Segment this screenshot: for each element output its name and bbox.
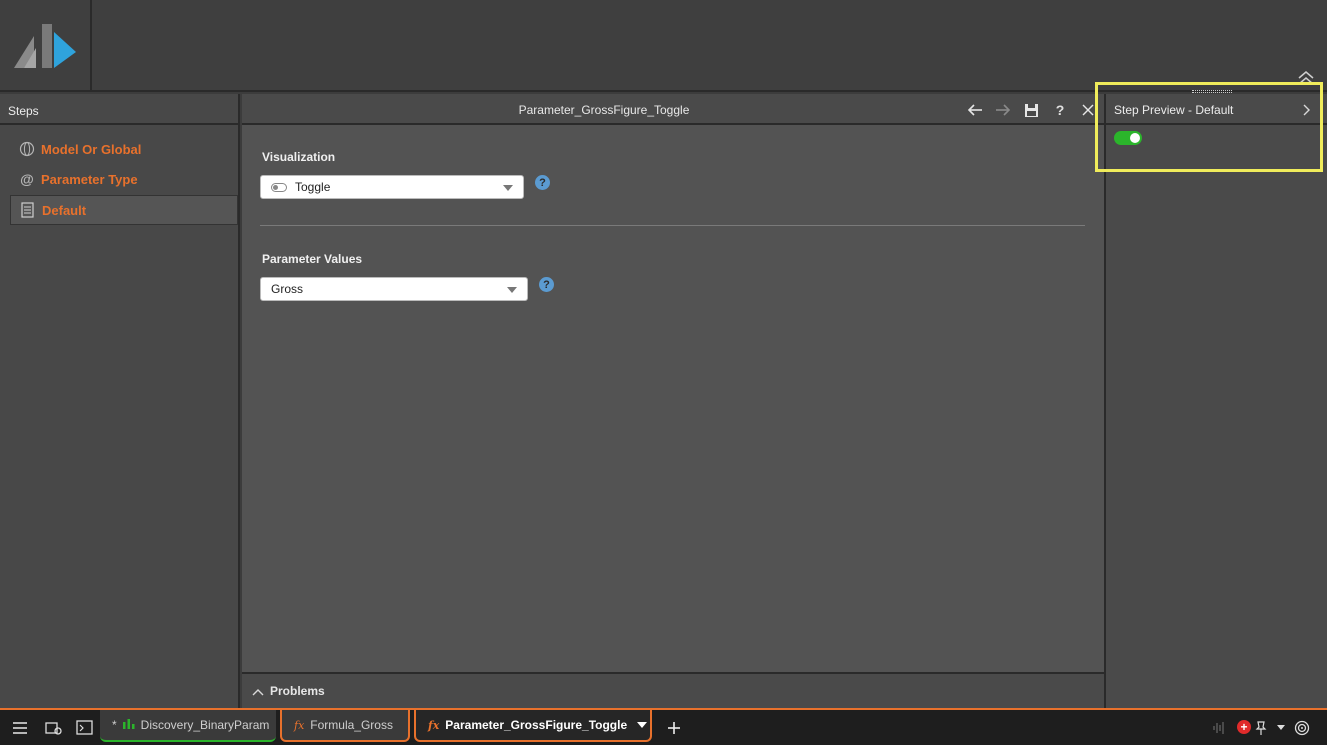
logo-area <box>0 0 92 92</box>
chevron-down-icon <box>507 287 517 293</box>
bottom-taskbar: * Discovery_BinaryParam fx Formula_Gross… <box>0 708 1327 745</box>
preview-highlight-box <box>1095 82 1323 172</box>
visualization-help-icon[interactable]: ? <box>535 175 550 190</box>
main-panel: Parameter_GrossFigure_Toggle ? Visualiza… <box>242 94 1104 708</box>
step-label: Default <box>42 202 87 218</box>
step-default[interactable]: Default <box>10 195 238 225</box>
help-icon[interactable]: ? <box>1049 99 1071 121</box>
tab-label: Formula_Gross <box>310 718 393 732</box>
formula-icon: fx <box>294 718 305 732</box>
pin-icon[interactable] <box>1250 718 1272 738</box>
globe-icon <box>19 141 35 157</box>
notification-add-icon[interactable]: + <box>1237 720 1251 734</box>
step-label: Parameter Type <box>41 171 138 187</box>
document-icon <box>20 202 36 218</box>
unsaved-marker: * <box>112 718 117 732</box>
formula-icon: fx <box>428 718 440 732</box>
parameter-values-value: Gross <box>271 282 304 296</box>
visualization-value: Toggle <box>295 180 331 194</box>
save-icon[interactable] <box>1020 99 1042 121</box>
folder-search-icon[interactable] <box>43 718 65 738</box>
visualization-dropdown[interactable]: Toggle <box>260 175 524 199</box>
hamburger-menu-icon[interactable] <box>9 718 31 738</box>
parameter-values-help-icon[interactable]: ? <box>539 277 554 292</box>
at-sign-icon: @ <box>20 171 34 187</box>
tab-formula-gross[interactable]: fx Formula_Gross <box>280 710 410 742</box>
toggle-icon <box>271 182 287 192</box>
forward-arrow-icon[interactable] <box>992 99 1014 121</box>
chevron-down-icon <box>503 185 513 191</box>
app-logo-icon <box>14 24 76 68</box>
page-title: Parameter_GrossFigure_Toggle <box>518 103 690 117</box>
step-label: Model Or Global <box>41 141 142 157</box>
step-preview-panel: Step Preview - Default <box>1104 90 1327 708</box>
parameter-values-dropdown[interactable]: Gross <box>260 277 528 301</box>
back-arrow-icon[interactable] <box>964 99 986 121</box>
console-window-icon[interactable] <box>74 718 96 738</box>
problems-label: Problems <box>270 684 325 698</box>
section-divider <box>260 225 1085 226</box>
parameter-values-label: Parameter Values <box>262 252 363 266</box>
visualization-label: Visualization <box>262 150 336 164</box>
caret-down-icon[interactable] <box>1277 725 1285 730</box>
main-header: Parameter_GrossFigure_Toggle ? <box>242 94 1104 125</box>
tab-label: Discovery_BinaryParam <box>140 718 270 732</box>
problems-bar[interactable]: Problems <box>242 672 1104 708</box>
tab-discovery-binaryparam[interactable]: * Discovery_BinaryParam <box>100 710 276 742</box>
waveform-icon[interactable] <box>1208 718 1230 738</box>
top-header <box>0 0 1327 92</box>
bar-chart-icon <box>122 718 135 732</box>
tab-dropdown-icon[interactable] <box>637 722 648 728</box>
tab-parameter-grossfigure-toggle[interactable]: fx Parameter_GrossFigure_Toggle <box>414 710 652 742</box>
spiral-icon[interactable] <box>1291 718 1313 738</box>
step-parameter-type[interactable]: @ Parameter Type <box>10 164 238 194</box>
add-tab-icon[interactable] <box>663 718 685 738</box>
step-model-or-global[interactable]: Model Or Global <box>10 134 238 164</box>
steps-header: Steps <box>0 94 238 125</box>
tab-label: Parameter_GrossFigure_Toggle <box>445 718 628 732</box>
chevron-up-icon <box>252 685 264 699</box>
steps-panel: Steps Model Or Global @ Parameter Type D… <box>0 94 240 708</box>
